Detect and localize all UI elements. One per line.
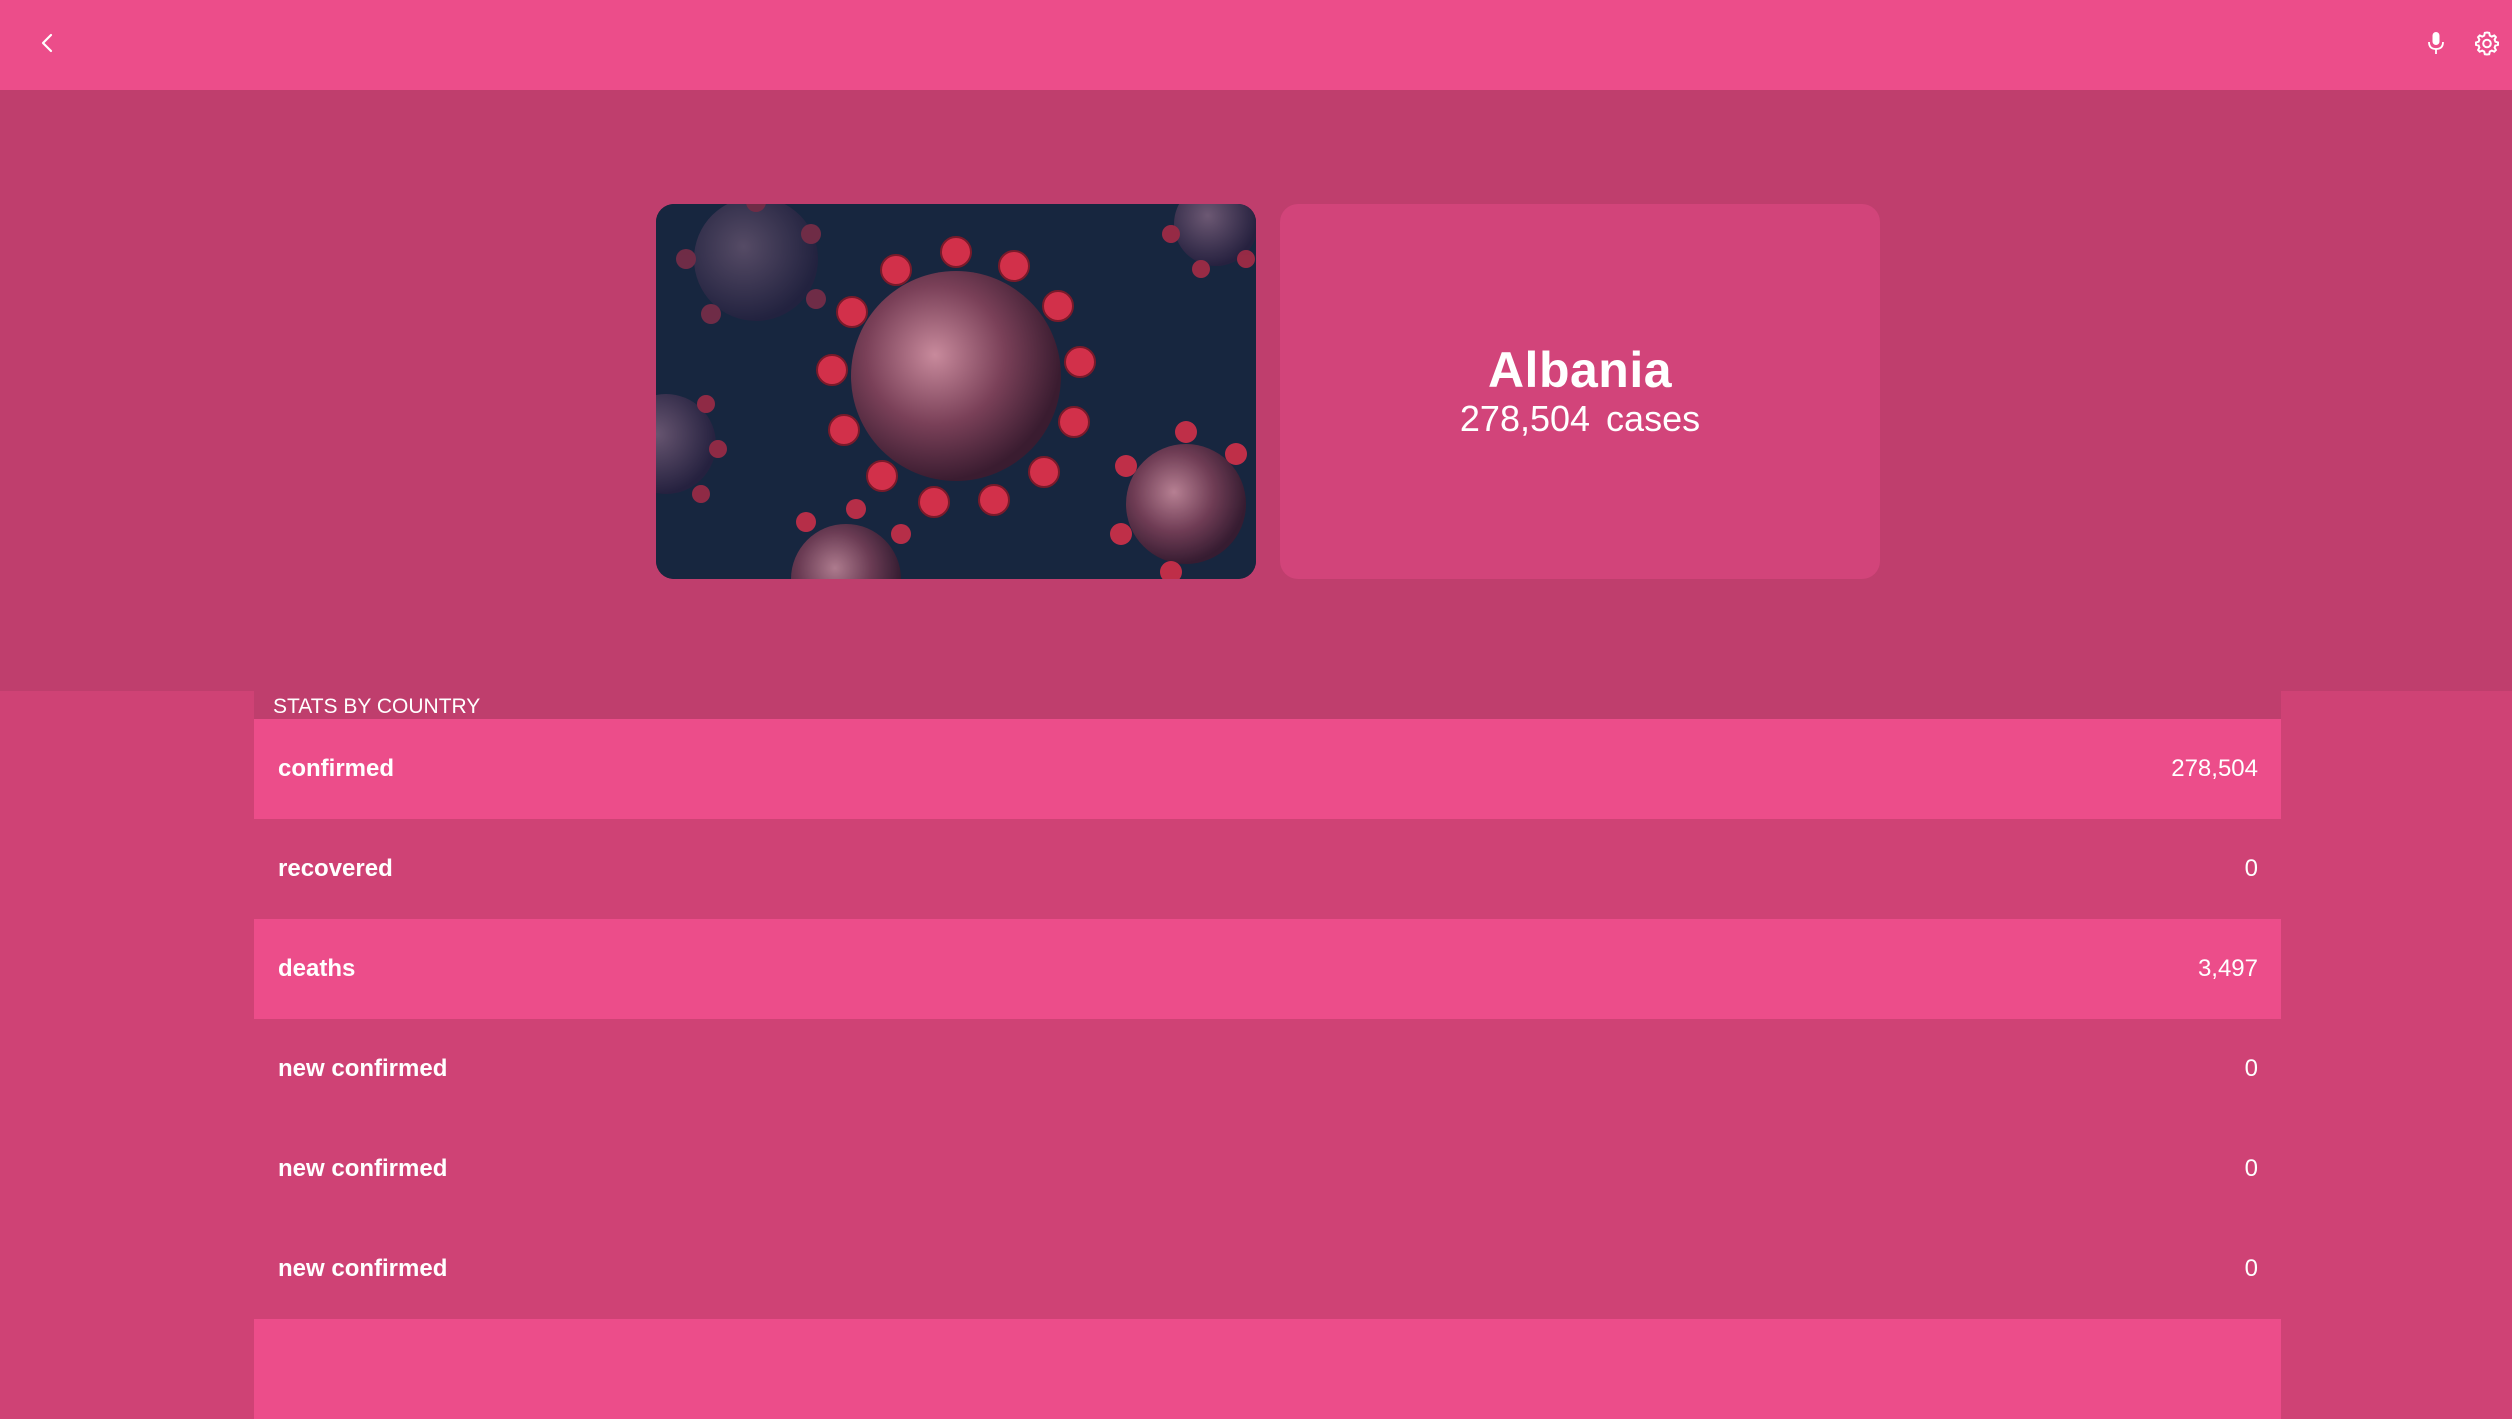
stat-value: 0 <box>2244 1055 2258 1082</box>
stats-table: STATS BY COUNTRY confirmed 278,504 recov… <box>254 691 2281 1419</box>
stat-row-confirmed: confirmed 278,504 <box>254 719 2281 819</box>
stat-value: 278,504 <box>2171 755 2258 782</box>
stat-label: recovered <box>278 855 393 882</box>
gear-icon <box>2475 31 2499 56</box>
stat-row-partial <box>254 1319 2281 1419</box>
stat-value: 3,497 <box>2197 955 2258 982</box>
microphone-icon <box>2428 32 2444 54</box>
chevron-left-icon <box>41 33 53 53</box>
stats-header: STATS BY COUNTRY <box>254 691 2281 719</box>
stat-row-new-confirmed: new confirmed 0 <box>254 1019 2281 1119</box>
virus-image <box>656 204 1256 579</box>
case-summary: 278,504 cases <box>1460 398 1700 440</box>
stat-row-new-confirmed: new confirmed 0 <box>254 1119 2281 1219</box>
case-count: 278,504 <box>1459 398 1591 439</box>
country-name: Albania <box>1487 342 1673 398</box>
stat-row-recovered: recovered 0 <box>254 819 2281 919</box>
stat-label: deaths <box>278 955 356 982</box>
stat-value: 0 <box>2244 855 2258 882</box>
case-unit: cases <box>1606 398 1701 439</box>
stat-row-new-confirmed: new confirmed 0 <box>254 1219 2281 1319</box>
country-summary-card: Albania 278,504 cases <box>1280 204 1880 579</box>
stat-row-deaths: deaths 3,497 <box>254 919 2281 1019</box>
microphone-button[interactable] <box>2416 23 2456 63</box>
stat-value: 0 <box>2244 1255 2258 1282</box>
stat-label: new confirmed <box>278 1255 448 1282</box>
hero-section: Albania 278,504 cases <box>0 90 2512 691</box>
stat-label: new confirmed <box>278 1055 448 1082</box>
back-button[interactable] <box>28 23 68 63</box>
settings-button[interactable] <box>2467 23 2507 63</box>
top-app-bar <box>0 0 2512 90</box>
stat-label: confirmed <box>278 755 395 782</box>
stat-value: 0 <box>2244 1155 2258 1182</box>
stat-label: new confirmed <box>278 1155 448 1182</box>
